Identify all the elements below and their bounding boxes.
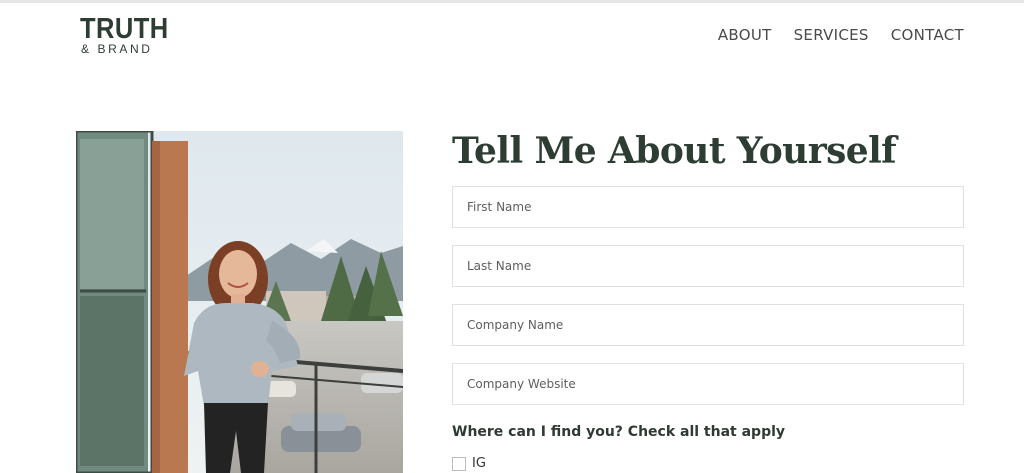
last-name-field[interactable]	[452, 245, 964, 287]
logo-wordmark: TRUTH	[80, 13, 169, 45]
ig-checkbox[interactable]	[452, 456, 466, 471]
ig-label: IG	[472, 456, 486, 471]
first-name-input[interactable]	[453, 187, 963, 227]
nav-services-link[interactable]: SERVICES	[794, 26, 869, 44]
last-name-input[interactable]	[453, 246, 963, 286]
portrait-photo-illustration	[76, 131, 403, 473]
main-nav: ABOUT SERVICES CONTACT	[718, 26, 964, 44]
find-you-question: Where can I find you? Check all that app…	[452, 424, 786, 440]
company-name-field[interactable]	[452, 304, 964, 346]
form-title: Tell Me About Yourself	[452, 130, 897, 172]
company-website-input[interactable]	[453, 364, 963, 404]
nav-contact-link[interactable]: CONTACT	[891, 26, 964, 44]
company-name-input[interactable]	[453, 305, 963, 345]
option-ig[interactable]: IG	[452, 456, 486, 471]
logo-subtitle: & BRAND	[81, 42, 153, 56]
top-border	[0, 0, 1024, 3]
nav-about-link[interactable]: ABOUT	[718, 26, 772, 44]
portrait-photo	[76, 131, 403, 473]
first-name-field[interactable]	[452, 186, 964, 228]
brand-logo[interactable]: TRUTH & BRAND	[80, 14, 168, 58]
company-website-field[interactable]	[452, 363, 964, 405]
